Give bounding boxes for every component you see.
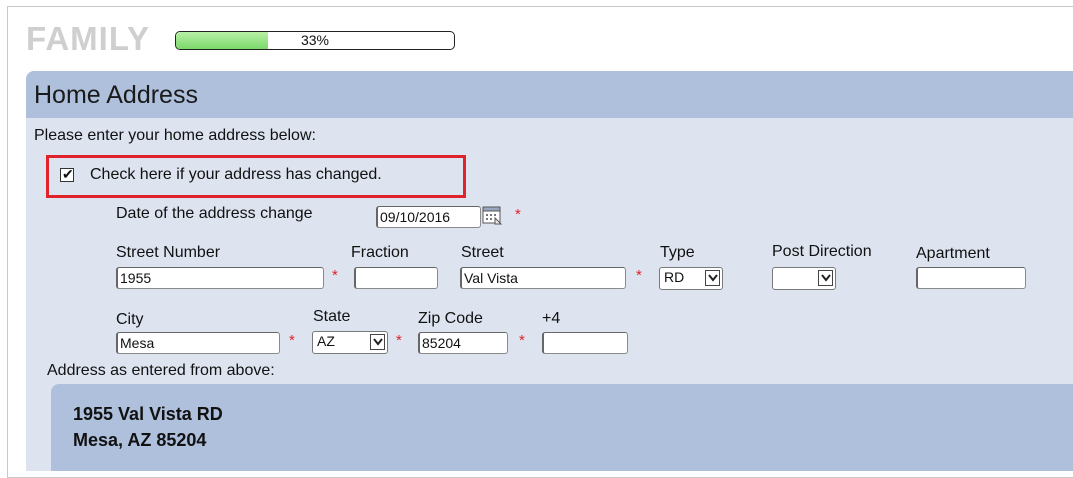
plus4-input[interactable] — [542, 332, 628, 354]
street-input[interactable]: Val Vista — [460, 267, 626, 289]
date-change-input[interactable]: 09/10/2016 — [376, 206, 481, 228]
zip-code-input[interactable]: 85204 — [418, 332, 508, 354]
instructions-text: Please enter your home address below: — [34, 127, 316, 144]
type-label: Type — [660, 244, 695, 261]
apartment-label: Apartment — [916, 245, 990, 262]
panel-header: Home Address — [26, 71, 1073, 118]
progress-label: 33% — [300, 32, 330, 48]
state-select-value: AZ — [317, 333, 335, 349]
city-input[interactable]: Mesa — [116, 332, 280, 354]
zip-code-label: Zip Code — [418, 310, 483, 327]
required-marker: * — [515, 206, 521, 223]
street-label: Street — [461, 244, 504, 261]
post-direction-label: Post Direction — [772, 243, 872, 260]
address-changed-checkbox[interactable]: ✔ — [60, 166, 74, 182]
type-select-value: RD — [664, 269, 685, 285]
panel-title: Home Address — [34, 81, 198, 109]
city-label: City — [116, 311, 144, 328]
address-summary: 1955 Val Vista RD Mesa, AZ 85204 — [51, 384, 1073, 471]
state-label: State — [313, 308, 351, 325]
summary-label: Address as entered from above: — [47, 362, 275, 379]
calendar-icon[interactable] — [482, 206, 506, 228]
required-marker: * — [636, 267, 642, 284]
summary-line-1: 1955 Val Vista RD — [73, 404, 223, 424]
address-changed-label[interactable]: Check here if your address has changed. — [90, 166, 382, 184]
home-address-panel: Home Address Please enter your home addr… — [26, 71, 1073, 471]
required-marker: * — [519, 332, 525, 349]
street-number-label: Street Number — [116, 244, 221, 261]
section-title: FAMILY — [26, 20, 150, 57]
summary-line-2: Mesa, AZ 85204 — [73, 430, 207, 450]
required-marker: * — [332, 267, 338, 284]
required-marker: * — [396, 332, 402, 349]
apartment-input[interactable] — [916, 267, 1026, 289]
post-direction-select[interactable] — [772, 267, 836, 290]
type-select[interactable]: RD — [659, 267, 723, 290]
progress-bar: 33% — [175, 31, 455, 50]
fraction-input[interactable] — [354, 267, 438, 289]
plus4-label: +4 — [542, 310, 561, 327]
state-select[interactable]: AZ — [312, 331, 388, 354]
street-number-input[interactable]: 1955 — [116, 267, 324, 289]
chevron-down-icon[interactable] — [705, 270, 720, 286]
chevron-down-icon[interactable] — [818, 270, 833, 286]
fraction-label: Fraction — [351, 244, 409, 261]
checkmark-icon: ✔ — [62, 166, 74, 182]
required-marker: * — [289, 332, 295, 349]
chevron-down-icon[interactable] — [370, 334, 385, 350]
date-change-label: Date of the address change — [116, 205, 313, 222]
